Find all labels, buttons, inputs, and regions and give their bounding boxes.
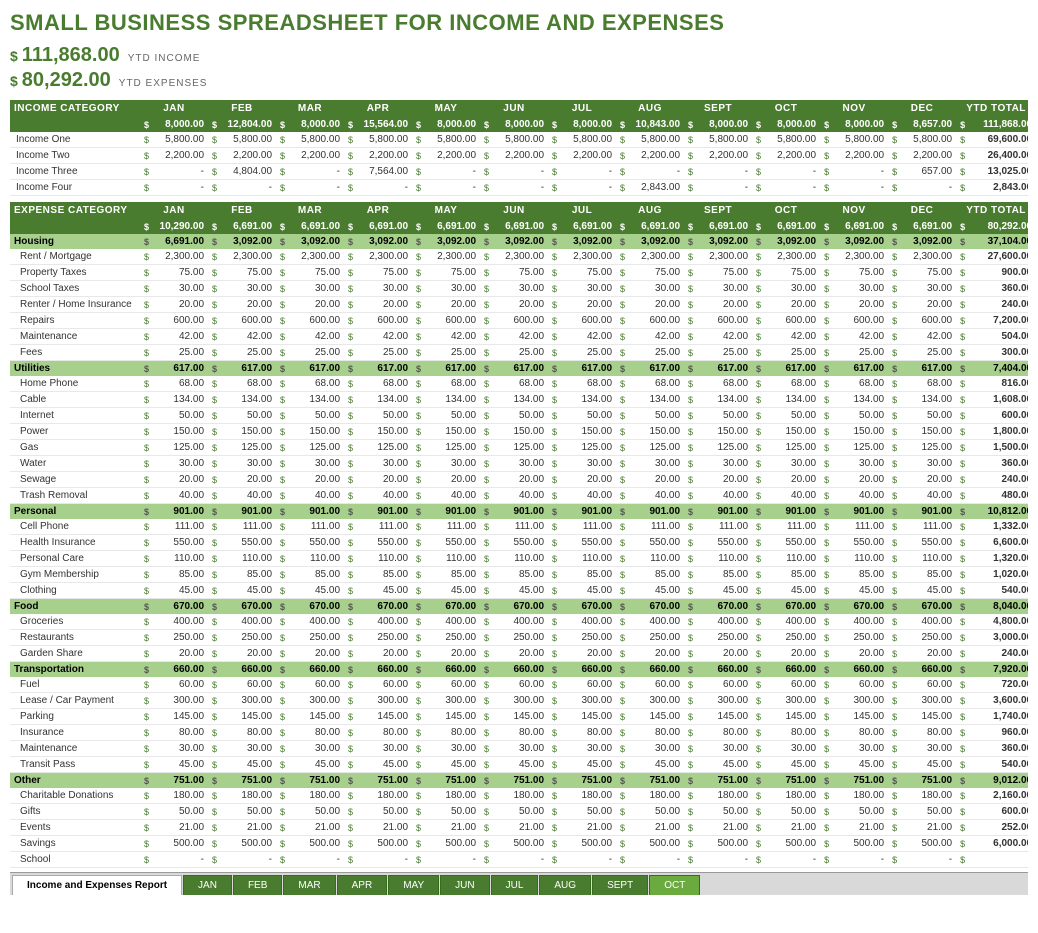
expense-data-row: Cell Phone$111.00$111.00$111.00$111.00$1… [10,519,1028,535]
expense-data-row: Maintenance$30.00$30.00$30.00$30.00$30.0… [10,741,1028,757]
ytd-expenses-amount: 80,292.00 [22,69,111,92]
expense-data-row: Parking$145.00$145.00$145.00$145.00$145.… [10,709,1028,725]
income-mar-header: MAR [276,100,344,117]
income-jun-header: JUN [480,100,548,117]
expense-section-header: Food$670.00$670.00$670.00$670.00$670.00$… [10,599,1028,615]
expense-data-row: Gas$125.00$125.00$125.00$125.00$125.00$1… [10,440,1028,456]
expense-data-row: Events$21.00$21.00$21.00$21.00$21.00$21.… [10,820,1028,836]
tab-aug[interactable]: AUG [539,875,591,895]
expense-data-row: Health Insurance$550.00$550.00$550.00$55… [10,535,1028,551]
expense-data-row: Restaurants$250.00$250.00$250.00$250.00$… [10,630,1028,646]
expense-data-row: Sewage$20.00$20.00$20.00$20.00$20.00$20.… [10,472,1028,488]
expense-data-row: Savings$500.00$500.00$500.00$500.00$500.… [10,836,1028,852]
expense-data-row: Personal Care$110.00$110.00$110.00$110.0… [10,551,1028,567]
expense-data-row: Groceries$400.00$400.00$400.00$400.00$40… [10,614,1028,630]
income-may-header: MAY [412,100,480,117]
tab-jun[interactable]: JUN [440,875,489,895]
tab-bar: Income and Expenses Report JAN FEB MAR A… [10,872,1028,895]
tab-sept[interactable]: SEPT [592,875,648,895]
expense-section-header: Housing$6,691.00$3,092.00$3,092.00$3,092… [10,234,1028,249]
page-title: SMALL BUSINESS SPREADSHEET FOR INCOME AN… [10,10,1028,36]
tab-may[interactable]: MAY [388,875,439,895]
ds: $ [140,117,148,132]
exp-jan-header: JAN [140,202,208,219]
income-data-row: Income Three$-$4,804.00$-$7,564.00$-$-$-… [10,164,1028,180]
expense-section-header: Utilities$617.00$617.00$617.00$617.00$61… [10,361,1028,377]
expense-data-row: Maintenance$42.00$42.00$42.00$42.00$42.0… [10,329,1028,345]
expense-totals-row: $10,290.00 $6,691.00 $6,691.00 $6,691.00… [10,219,1028,234]
income-jan-header: JAN [140,100,208,117]
tab-jul[interactable]: JUL [491,875,539,895]
expense-section-header: Personal$901.00$901.00$901.00$901.00$901… [10,504,1028,520]
expense-section-header: Transportation$660.00$660.00$660.00$660.… [10,662,1028,678]
income-apr-header: APR [344,100,412,117]
income-aug-header: AUG [616,100,684,117]
income-oct-header: OCT [752,100,820,117]
expense-data-row: Gifts$50.00$50.00$50.00$50.00$50.00$50.0… [10,804,1028,820]
expense-category-header: EXPENSE CATEGORY [10,202,140,219]
expense-data-row: Insurance$80.00$80.00$80.00$80.00$80.00$… [10,725,1028,741]
expense-data-row: Garden Share$20.00$20.00$20.00$20.00$20.… [10,646,1028,662]
income-totals-row: $8,000.00 $12,804.00 $8,000.00 $15,564.0… [10,117,1028,132]
expense-data-row: Renter / Home Insurance$20.00$20.00$20.0… [10,297,1028,313]
expense-data-row: School Taxes$30.00$30.00$30.00$30.00$30.… [10,281,1028,297]
ytd-income-dollar: $ [10,48,18,64]
income-header-row: INCOME CATEGORY JAN FEB MAR APR MAY JUN … [10,100,1028,117]
income-nov-header: NOV [820,100,888,117]
income-data-row: Income Two$2,200.00$2,200.00$2,200.00$2,… [10,148,1028,164]
income-data-row: Income One$5,800.00$5,800.00$5,800.00$5,… [10,132,1028,148]
tab-oct[interactable]: OCT [649,875,700,895]
tab-feb[interactable]: FEB [233,875,282,895]
expense-data-row: Rent / Mortgage$2,300.00$2,300.00$2,300.… [10,249,1028,265]
expense-data-row: Water$30.00$30.00$30.00$30.00$30.00$30.0… [10,456,1028,472]
income-data-row: Income Four$-$-$-$-$-$-$-$2,843.00$-$-$-… [10,180,1028,196]
expense-header-row: EXPENSE CATEGORY JAN FEB MAR APR MAY JUN… [10,202,1028,219]
tab-mar[interactable]: MAR [283,875,335,895]
expense-data-row: Property Taxes$75.00$75.00$75.00$75.00$7… [10,265,1028,281]
expense-data-row: School$-$-$-$-$-$-$-$-$-$-$-$-$- [10,852,1028,868]
expense-data-row: Gym Membership$85.00$85.00$85.00$85.00$8… [10,567,1028,583]
ytd-income-label: YTD INCOME [128,53,201,64]
tab-income-expenses[interactable]: Income and Expenses Report [12,875,182,895]
expense-data-row: Clothing$45.00$45.00$45.00$45.00$45.00$4… [10,583,1028,599]
expense-data-row: Trash Removal$40.00$40.00$40.00$40.00$40… [10,488,1028,504]
expense-data-row: Repairs$600.00$600.00$600.00$600.00$600.… [10,313,1028,329]
expense-data-row: Internet$50.00$50.00$50.00$50.00$50.00$5… [10,408,1028,424]
tab-apr[interactable]: APR [337,875,388,895]
expense-data-row: Fees$25.00$25.00$25.00$25.00$25.00$25.00… [10,345,1028,361]
expense-data-row: Transit Pass$45.00$45.00$45.00$45.00$45.… [10,757,1028,773]
income-jul-header: JUL [548,100,616,117]
tab-jan[interactable]: JAN [183,875,232,895]
ytd-income-amount: 111,868.00 [22,44,120,67]
income-totals-label [10,117,140,132]
expense-data-row: Charitable Donations$180.00$180.00$180.0… [10,788,1028,804]
income-dec-header: DEC [888,100,956,117]
expense-data-row: Fuel$60.00$60.00$60.00$60.00$60.00$60.00… [10,677,1028,693]
expense-section-header: Other$751.00$751.00$751.00$751.00$751.00… [10,773,1028,789]
income-feb-header: FEB [208,100,276,117]
expense-data-row: Lease / Car Payment$300.00$300.00$300.00… [10,693,1028,709]
ytd-expenses-dollar: $ [10,73,18,89]
income-jan-total: 8,000.00 [148,117,208,132]
expense-data-row: Home Phone$68.00$68.00$68.00$68.00$68.00… [10,376,1028,392]
income-category-header: INCOME CATEGORY [10,100,140,117]
expense-data-row: Cable$134.00$134.00$134.00$134.00$134.00… [10,392,1028,408]
ytd-expenses-label: YTD EXPENSES [119,78,208,89]
income-sept-header: SEPT [684,100,752,117]
income-ytd-header: YTD TOTAL [956,100,1028,117]
expense-data-row: Power$150.00$150.00$150.00$150.00$150.00… [10,424,1028,440]
